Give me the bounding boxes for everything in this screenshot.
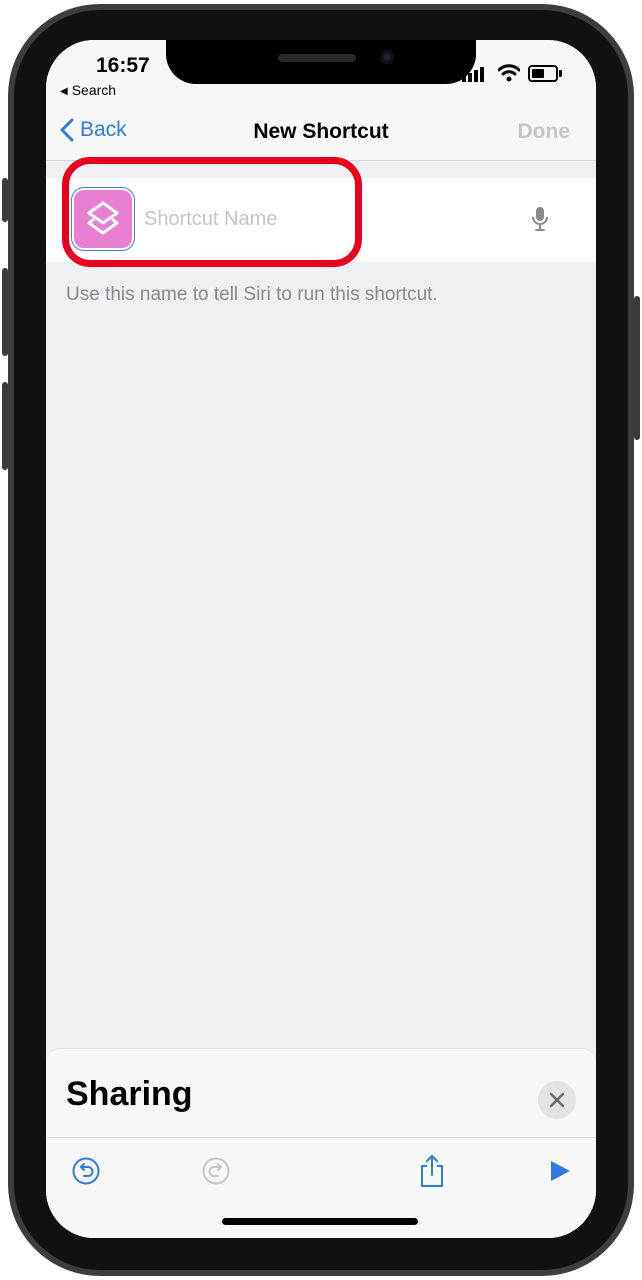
back-to-app-link[interactable]: ◀ Search (60, 82, 116, 98)
undo-button[interactable] (68, 1153, 104, 1189)
volume-down-button (2, 382, 8, 470)
play-icon (551, 1161, 570, 1181)
screen: 16:57 ◀ Search Back New Shortcut Done Sh… (46, 40, 596, 1238)
home-indicator[interactable] (222, 1218, 418, 1225)
back-triangle-icon: ◀ (60, 86, 68, 97)
bottom-sheet: Sharing (46, 1048, 596, 1238)
wifi-icon (498, 64, 520, 82)
speaker-grille (278, 54, 356, 62)
shortcut-name-row (46, 178, 596, 262)
siri-hint-text: Use this name to tell Siri to run this s… (66, 284, 438, 305)
front-camera (380, 50, 394, 64)
notch (166, 40, 476, 84)
share-button[interactable] (414, 1153, 450, 1189)
navigation-bar: Back New Shortcut Done (46, 102, 596, 161)
undo-icon (72, 1157, 100, 1185)
status-time: 16:57 (96, 54, 150, 77)
redo-button[interactable] (198, 1153, 234, 1189)
share-icon (421, 1155, 443, 1187)
layers-icon (87, 201, 119, 235)
close-icon (549, 1092, 565, 1108)
play-button[interactable] (542, 1153, 578, 1189)
sheet-title: Sharing (66, 1075, 193, 1113)
back-app-label: Search (71, 82, 117, 98)
redo-icon (202, 1157, 230, 1185)
volume-up-button (2, 268, 8, 356)
microphone-icon[interactable] (532, 206, 548, 232)
battery-icon (528, 65, 562, 82)
toolbar-divider (46, 1137, 596, 1138)
shortcut-icon-button[interactable] (74, 190, 132, 248)
page-title: New Shortcut (253, 120, 389, 143)
close-button[interactable] (538, 1081, 576, 1119)
done-button[interactable]: Done (518, 120, 571, 144)
mute-switch (2, 178, 8, 222)
power-button (634, 296, 640, 440)
shortcut-name-input[interactable] (144, 204, 484, 234)
